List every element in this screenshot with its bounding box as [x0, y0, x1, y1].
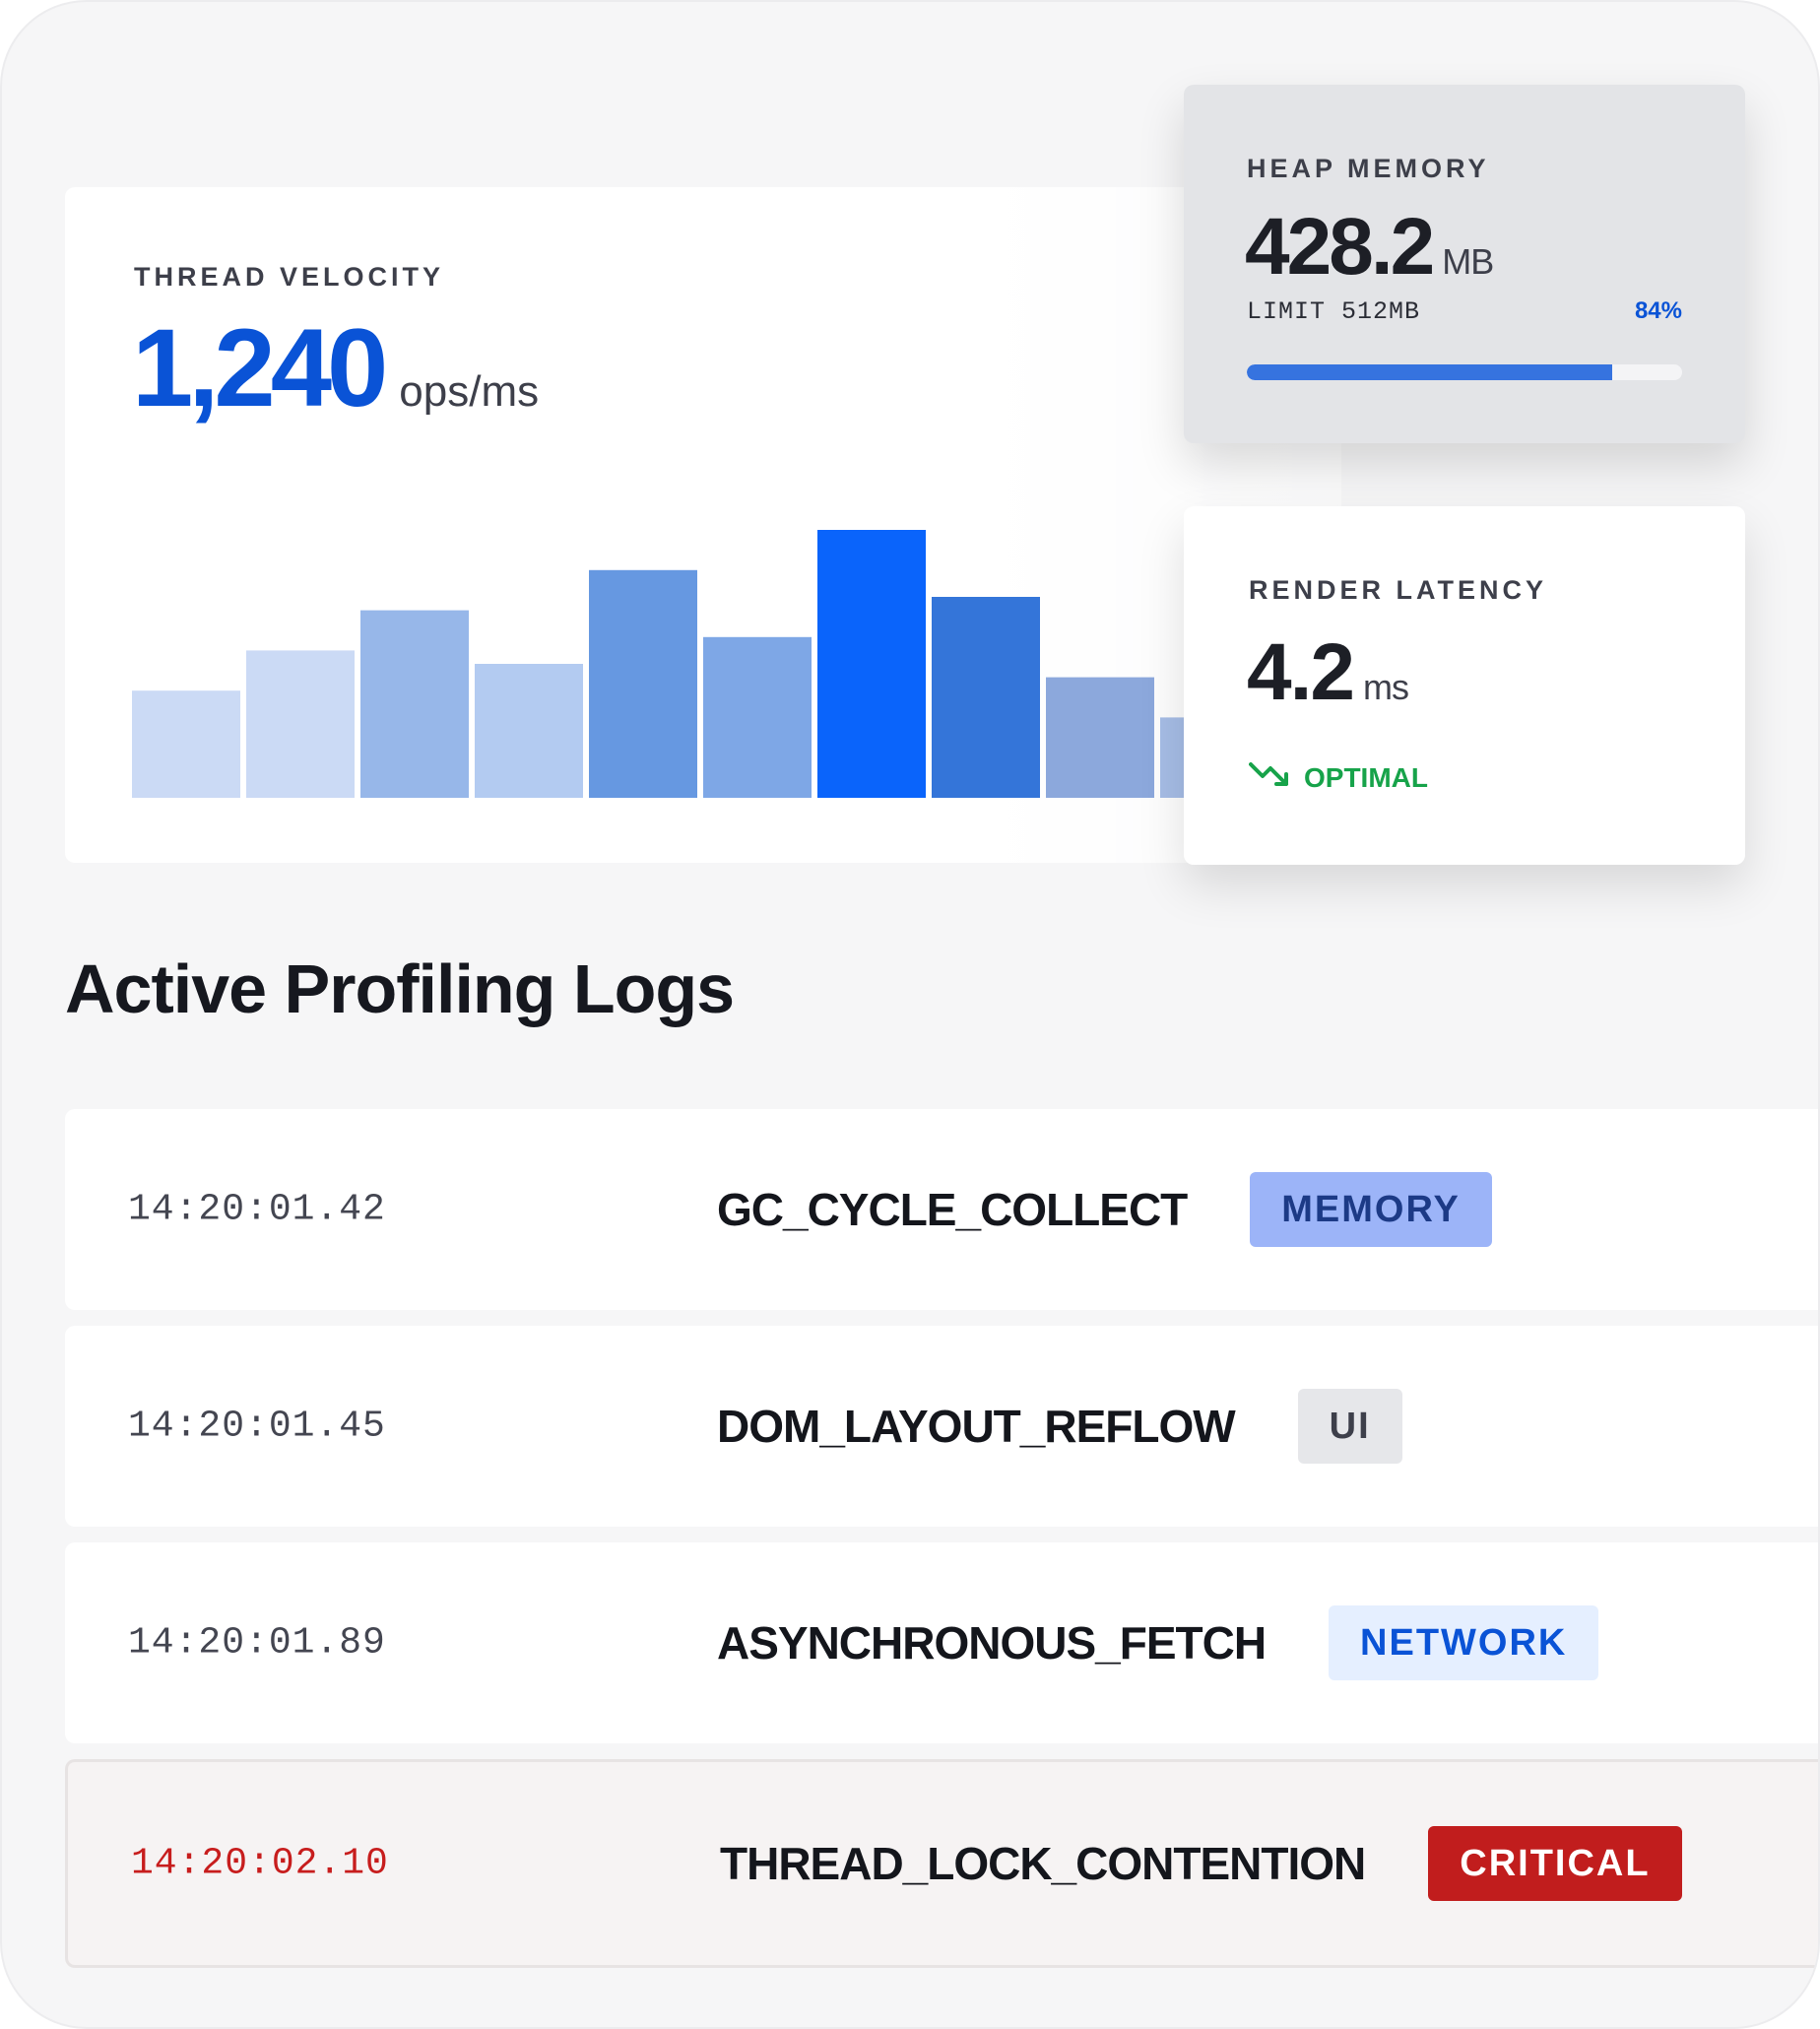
velocity-bar-6 [703, 636, 812, 798]
log-tag-network[interactable]: NETWORK [1329, 1605, 1599, 1680]
log-event-group: THREAD_LOCK_CONTENTION CRITICAL [720, 1826, 1682, 1901]
heap-memory-value: 428.2 [1245, 202, 1435, 292]
render-latency-status: OPTIMAL [1249, 758, 1428, 797]
log-event-name: DOM_LAYOUT_REFLOW [717, 1401, 1236, 1452]
velocity-bar-2 [246, 650, 355, 798]
heap-memory-unit: MB [1442, 241, 1494, 282]
render-latency-value: 4.2 [1247, 627, 1355, 717]
heap-memory-progress-fill [1247, 364, 1613, 380]
log-row-async-fetch[interactable]: 14:20:01.89 ASYNCHRONOUS_FETCH NETWORK [65, 1542, 1818, 1743]
log-timestamp: 14:20:01.89 [128, 1621, 386, 1665]
thread-velocity-bar-chart [132, 502, 1265, 798]
heap-memory-percent: 84% [1634, 297, 1682, 324]
trending-down-icon [1249, 758, 1296, 797]
velocity-bar-9 [1046, 677, 1154, 798]
velocity-bar-1 [132, 690, 240, 798]
thread-velocity-label: THREAD VELOCITY [134, 262, 445, 292]
log-timestamp: 14:20:02.10 [131, 1842, 389, 1885]
velocity-bar-4 [475, 664, 583, 798]
render-latency-unit: ms [1363, 667, 1409, 707]
log-timestamp: 14:20:01.42 [128, 1188, 386, 1231]
log-event-group: GC_CYCLE_COLLECT MEMORY [717, 1172, 1492, 1247]
render-latency-label: RENDER LATENCY [1249, 575, 1548, 605]
heap-memory-card: HEAP MEMORY 428.2 MB LIMIT 512MB 84% [1184, 85, 1745, 443]
log-tag-memory[interactable]: MEMORY [1250, 1172, 1492, 1247]
log-event-group: DOM_LAYOUT_REFLOW UI [717, 1389, 1402, 1464]
log-event-name: ASYNCHRONOUS_FETCH [717, 1617, 1267, 1669]
bar-chart-svg [132, 530, 1265, 798]
render-latency-readout: 4.2 ms [1247, 627, 1409, 717]
heap-memory-progress-track [1247, 364, 1682, 380]
page-title: Active Profiling Logs [65, 950, 735, 1027]
velocity-bar-5 [589, 569, 697, 798]
heap-memory-readout: 428.2 MB [1245, 202, 1494, 292]
velocity-bar-8 [932, 597, 1040, 798]
thread-velocity-value: 1,240 [132, 306, 388, 429]
log-timestamp: 14:20:01.45 [128, 1405, 386, 1448]
thread-velocity-readout: 1,240 ops/ms [132, 313, 539, 424]
log-row-dom-layout[interactable]: 14:20:01.45 DOM_LAYOUT_REFLOW UI [65, 1326, 1818, 1527]
render-latency-status-text: OPTIMAL [1304, 761, 1428, 793]
log-row-thread-lock[interactable]: 14:20:02.10 THREAD_LOCK_CONTENTION CRITI… [65, 1759, 1818, 1968]
heap-memory-limit: LIMIT 512MB [1247, 297, 1421, 326]
log-tag-critical[interactable]: CRITICAL [1428, 1826, 1682, 1901]
velocity-bar-3 [360, 610, 469, 798]
log-event-name: GC_CYCLE_COLLECT [717, 1184, 1188, 1235]
log-tag-ui[interactable]: UI [1297, 1389, 1402, 1464]
log-event-group: ASYNCHRONOUS_FETCH NETWORK [717, 1605, 1599, 1680]
heap-memory-label: HEAP MEMORY [1247, 154, 1490, 183]
dashboard-frame: THREAD VELOCITY 1,240 ops/ms HEAP MEMORY… [0, 0, 1820, 2029]
log-event-name: THREAD_LOCK_CONTENTION [720, 1838, 1366, 1889]
log-row-gc-cycle[interactable]: 14:20:01.42 GC_CYCLE_COLLECT MEMORY [65, 1109, 1818, 1310]
render-latency-card: RENDER LATENCY 4.2 ms OPTIMAL [1184, 506, 1745, 865]
thread-velocity-card: THREAD VELOCITY 1,240 ops/ms [65, 187, 1341, 863]
velocity-bar-7 [817, 530, 926, 798]
thread-velocity-unit: ops/ms [399, 367, 540, 416]
